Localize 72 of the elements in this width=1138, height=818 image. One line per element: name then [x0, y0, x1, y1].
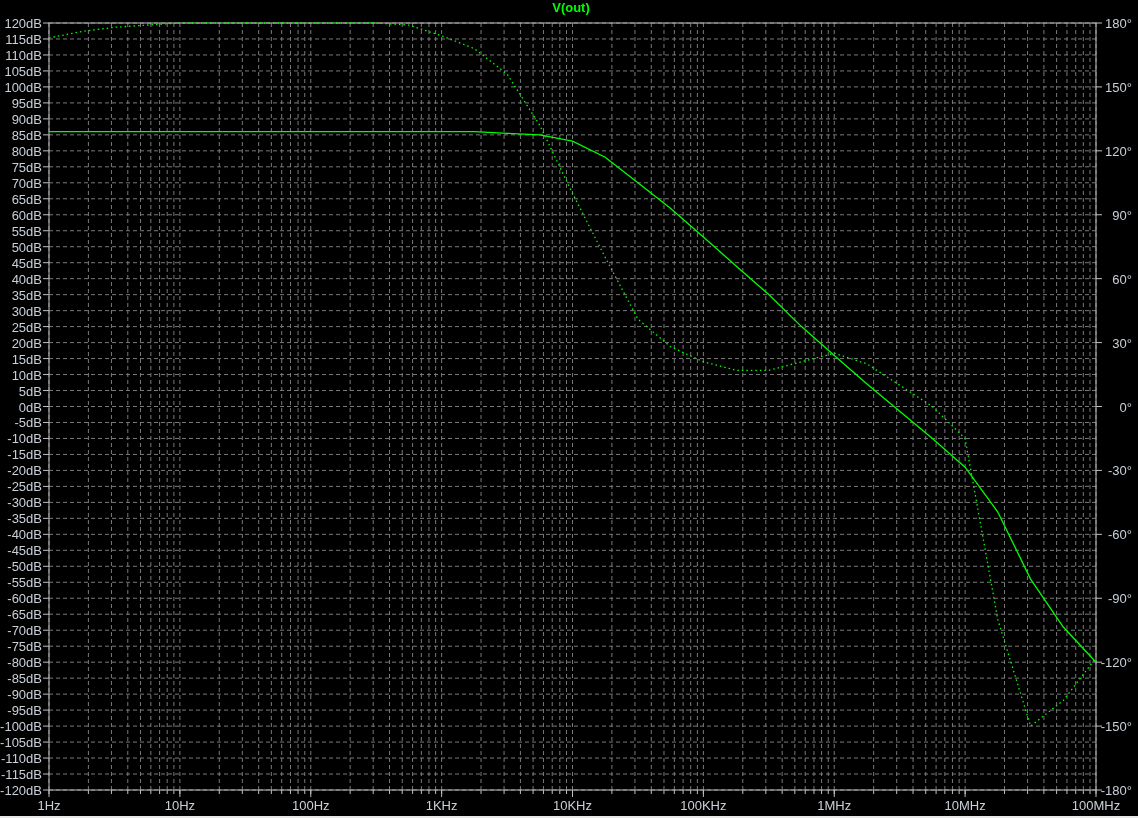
axis-label: 80dB: [11, 143, 42, 159]
axis-label: 100KHz: [680, 798, 727, 813]
axis-label: -75dB: [7, 639, 42, 655]
axis-label: 0°: [1119, 399, 1132, 415]
axis-label: -50dB: [7, 559, 42, 575]
axis-label: 1Hz: [37, 798, 61, 813]
axis-label: -45dB: [7, 543, 42, 559]
plot-title: V(out): [552, 0, 590, 16]
axis-label: -60dB: [7, 591, 42, 607]
axis-label: 70dB: [11, 175, 42, 191]
axis-label: -30dB: [7, 495, 42, 511]
axis-label: 10Hz: [164, 798, 196, 813]
axis-label: 115dB: [5, 32, 42, 47]
axis-label: -95dB: [7, 703, 42, 719]
axis-label: 20dB: [11, 335, 42, 351]
axis-label: 10dB: [11, 367, 42, 383]
axis-label: -80dB: [7, 655, 42, 671]
axis-label: -110dB: [1, 751, 42, 767]
axis-label: -10dB: [7, 431, 42, 447]
axis-label: 95dB: [11, 95, 42, 111]
axis-label: -40dB: [7, 527, 42, 543]
axis-label: -70dB: [7, 623, 42, 639]
axis-label: -35dB: [7, 511, 42, 527]
axis-label: 55dB: [11, 223, 42, 239]
axis-label: -100dB: [0, 719, 42, 735]
axis-label: 90dB: [11, 111, 42, 127]
axis-label: 1KHz: [425, 798, 458, 813]
axis-label: -180°: [1100, 783, 1132, 798]
axis-label: 180°: [1105, 16, 1132, 31]
axis-label: -90°: [1108, 591, 1132, 607]
axis-label: 10KHz: [553, 798, 592, 813]
axis-label: 45dB: [11, 255, 42, 271]
axis-label: 120dB: [4, 16, 42, 31]
axis-label: 75dB: [11, 159, 42, 175]
axis-label: 15dB: [11, 351, 42, 367]
axis-label: 30dB: [11, 303, 42, 319]
axis-label: -105dB: [0, 735, 42, 751]
axis-label: 90°: [1112, 207, 1132, 223]
axis-label: 110dB: [5, 47, 42, 63]
axis-label: 60°: [1112, 271, 1132, 287]
axis-label: -120dB: [0, 783, 42, 798]
axis-label: -5dB: [14, 415, 42, 431]
axis-label: 100MHz: [1071, 798, 1121, 813]
axis-label: 60dB: [11, 207, 42, 223]
axis-label: -25dB: [7, 479, 42, 495]
axis-label: -20dB: [7, 463, 42, 479]
axis-label: -55dB: [7, 575, 42, 591]
axis-label: -15dB: [7, 447, 42, 463]
axis-label: 50dB: [11, 239, 42, 255]
axis-label: 25dB: [11, 319, 42, 335]
axis-label: 150°: [1105, 79, 1132, 95]
axis-label: 65dB: [11, 191, 42, 207]
axis-label: 40dB: [11, 271, 42, 287]
axis-label: 105dB: [4, 63, 42, 79]
axis-label: -90dB: [7, 687, 42, 703]
axis-label: 85dB: [11, 127, 42, 143]
axis-label: 1MHz: [817, 798, 852, 813]
axis-label: 100Hz: [291, 798, 330, 813]
axis-label: 35dB: [11, 287, 42, 303]
axis-label: -115dB: [1, 767, 42, 782]
axis-label: -85dB: [7, 671, 42, 687]
axis-label: 120°: [1105, 143, 1132, 159]
axis-label: -60°: [1108, 527, 1132, 543]
axis-label: 5dB: [18, 383, 42, 399]
axis-label: -65dB: [7, 607, 42, 623]
axis-label: -30°: [1108, 463, 1132, 479]
axis-label: -120°: [1100, 655, 1132, 671]
axis-label: 10MHz: [944, 798, 986, 813]
axis-label: 0dB: [18, 399, 42, 415]
axis-label: -150°: [1100, 719, 1132, 735]
axis-label: 100dB: [4, 79, 42, 95]
axis-label: 30°: [1112, 335, 1132, 351]
